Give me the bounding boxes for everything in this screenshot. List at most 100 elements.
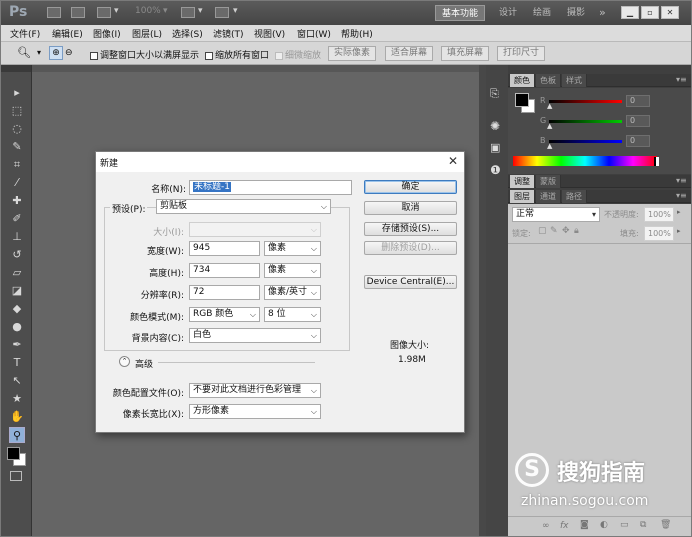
- red-slider-thumb-icon[interactable]: ▲: [547, 102, 552, 110]
- zoom-tool-icon[interactable]: 🔍︎: [17, 46, 31, 59]
- black-white-ramp[interactable]: [654, 157, 659, 166]
- actual-pixels-button[interactable]: 实际像素: [328, 46, 376, 61]
- color-mode-select[interactable]: RGB 颜色 ⌵: [189, 307, 260, 322]
- pen-tool-icon[interactable]: ✒: [9, 337, 25, 353]
- resize-windows-checkbox-box[interactable]: [90, 51, 98, 60]
- menu-select[interactable]: 选择(S): [172, 27, 203, 40]
- lock-transparency-icon[interactable]: ▢: [538, 226, 547, 236]
- screen-mode-dropdown-icon[interactable]: ▾: [233, 6, 238, 16]
- green-slider[interactable]: [549, 120, 622, 123]
- clone-stamp-tool-icon[interactable]: ⊥: [9, 229, 25, 245]
- layers-panel-menu-icon[interactable]: ▾≡: [676, 191, 687, 200]
- color-spectrum-bar[interactable]: [513, 156, 657, 166]
- adjustment-layer-icon[interactable]: ◐: [600, 520, 608, 530]
- brush-tool-icon[interactable]: ✐: [9, 211, 25, 227]
- scrubby-zoom-checkbox-box[interactable]: [275, 51, 283, 60]
- paint-bucket-tool-icon[interactable]: ◪: [9, 283, 25, 299]
- menu-view[interactable]: 视图(V): [254, 27, 285, 40]
- menu-layer[interactable]: 图层(L): [132, 27, 162, 40]
- lock-position-icon[interactable]: ✥: [562, 226, 570, 236]
- tab-adjustments[interactable]: 调整: [510, 175, 535, 188]
- lasso-tool-icon[interactable]: ◌: [9, 121, 25, 137]
- blue-slider[interactable]: [549, 140, 622, 143]
- color-panel-menu-icon[interactable]: ▾≡: [676, 75, 687, 84]
- close-window-icon[interactable]: ✕: [661, 6, 679, 19]
- pixel-aspect-select[interactable]: 方形像素 ⌵: [189, 404, 321, 419]
- preset-select[interactable]: 剪贴板 ⌵: [156, 199, 331, 214]
- bridge-icon[interactable]: [47, 7, 61, 18]
- advanced-toggle-icon[interactable]: ⌃: [119, 356, 130, 367]
- workspace-design[interactable]: 设计: [493, 5, 523, 21]
- resize-windows-checkbox[interactable]: 调整窗口大小以满屏显示: [90, 48, 199, 61]
- save-preset-button[interactable]: 存储预设(S)...: [364, 222, 457, 236]
- add-mask-icon[interactable]: ◙: [580, 520, 589, 530]
- history-panel-icon[interactable]: ⎘: [490, 87, 499, 101]
- fill-screen-button[interactable]: 填充屏幕: [441, 46, 489, 61]
- menu-file[interactable]: 文件(F): [10, 27, 40, 40]
- arrange-documents-icon[interactable]: [181, 7, 195, 18]
- delete-layer-icon[interactable]: 🗑︎: [660, 520, 671, 530]
- red-slider[interactable]: [549, 100, 622, 103]
- fit-screen-button[interactable]: 适合屏幕: [385, 46, 433, 61]
- fill-field[interactable]: 100%: [644, 226, 674, 241]
- quick-select-tool-icon[interactable]: ✎: [9, 139, 25, 155]
- size-select[interactable]: ⌵: [189, 222, 321, 237]
- menu-help[interactable]: 帮助(H): [341, 27, 373, 40]
- workspace-painting[interactable]: 绘画: [527, 5, 557, 21]
- opacity-arrow-icon[interactable]: ▸: [677, 208, 681, 216]
- tab-swatches[interactable]: 色板: [536, 74, 561, 87]
- actions-panel-icon[interactable]: ✺: [490, 119, 500, 133]
- menu-edit[interactable]: 编辑(E): [52, 27, 83, 40]
- blue-value[interactable]: 0: [626, 135, 650, 147]
- restore-icon[interactable]: ▫: [641, 6, 659, 19]
- height-unit-select[interactable]: 像素 ⌵: [264, 263, 321, 278]
- info-panel-icon[interactable]: ❶: [490, 163, 501, 177]
- cancel-button[interactable]: 取消: [364, 201, 457, 215]
- height-input[interactable]: 734: [189, 263, 260, 278]
- screen-mode-icon[interactable]: [215, 7, 229, 18]
- zoom-level[interactable]: 100%: [135, 6, 161, 16]
- menu-filter[interactable]: 滤镜(T): [213, 27, 244, 40]
- eyedropper-tool-icon[interactable]: ⁄: [9, 175, 25, 191]
- adjustments-panel-menu-icon[interactable]: ▾≡: [676, 176, 687, 185]
- zoom-tool-active-icon[interactable]: ⚲: [9, 427, 25, 443]
- tab-masks[interactable]: 蒙版: [536, 175, 561, 188]
- resolution-input[interactable]: 72: [189, 285, 260, 300]
- opacity-field[interactable]: 100%: [644, 207, 674, 222]
- zoom-out-icon[interactable]: ⊖: [65, 46, 73, 60]
- fill-arrow-icon[interactable]: ▸: [677, 227, 681, 235]
- foreground-color-swatch[interactable]: [7, 447, 20, 460]
- background-select[interactable]: 白色 ⌵: [189, 328, 321, 343]
- scrubby-zoom-checkbox[interactable]: 细微缩放: [275, 48, 321, 61]
- red-value[interactable]: 0: [626, 95, 650, 107]
- history-brush-tool-icon[interactable]: ↺: [9, 247, 25, 263]
- tab-paths[interactable]: 路径: [562, 190, 587, 203]
- hand-tool-icon[interactable]: ✋: [9, 409, 25, 425]
- ok-button[interactable]: 确定: [364, 180, 457, 194]
- zoom-in-icon[interactable]: ⊕: [49, 46, 63, 60]
- workspace-basic[interactable]: 基本功能: [435, 5, 486, 21]
- width-unit-select[interactable]: 像素 ⌵: [264, 241, 321, 256]
- blend-mode-select[interactable]: 正常 ▾: [512, 207, 600, 222]
- mini-bridge-icon[interactable]: [71, 7, 85, 18]
- dialog-title-bar[interactable]: 新建 ✕: [96, 152, 464, 172]
- layer-style-icon[interactable]: fx: [560, 521, 569, 531]
- quick-mask-icon[interactable]: [10, 471, 22, 481]
- toolbox-header[interactable]: [1, 65, 31, 72]
- color-profile-select[interactable]: 不要对此文档进行色彩管理 ⌵: [189, 383, 321, 398]
- print-size-button[interactable]: 打印尺寸: [497, 46, 545, 61]
- bit-depth-select[interactable]: 8 位 ⌵: [264, 307, 321, 322]
- type-tool-icon[interactable]: T: [9, 355, 25, 371]
- tab-channels[interactable]: 通道: [536, 190, 561, 203]
- tool-preset-dropdown-icon[interactable]: ▾: [37, 48, 41, 57]
- marquee-tool-icon[interactable]: ⬚: [9, 103, 25, 119]
- green-slider-thumb-icon[interactable]: ▲: [547, 122, 552, 130]
- width-input[interactable]: 945: [189, 241, 260, 256]
- group-layers-icon[interactable]: ▭: [620, 520, 629, 530]
- blue-slider-thumb-icon[interactable]: ▲: [547, 142, 552, 150]
- blur-tool-icon[interactable]: ◆: [9, 301, 25, 317]
- device-central-button[interactable]: Device Central(E)...: [364, 275, 457, 289]
- name-input[interactable]: 未标题-1: [189, 180, 352, 195]
- move-tool-icon[interactable]: ▸: [9, 85, 25, 101]
- workspace-more-icon[interactable]: »: [593, 5, 612, 21]
